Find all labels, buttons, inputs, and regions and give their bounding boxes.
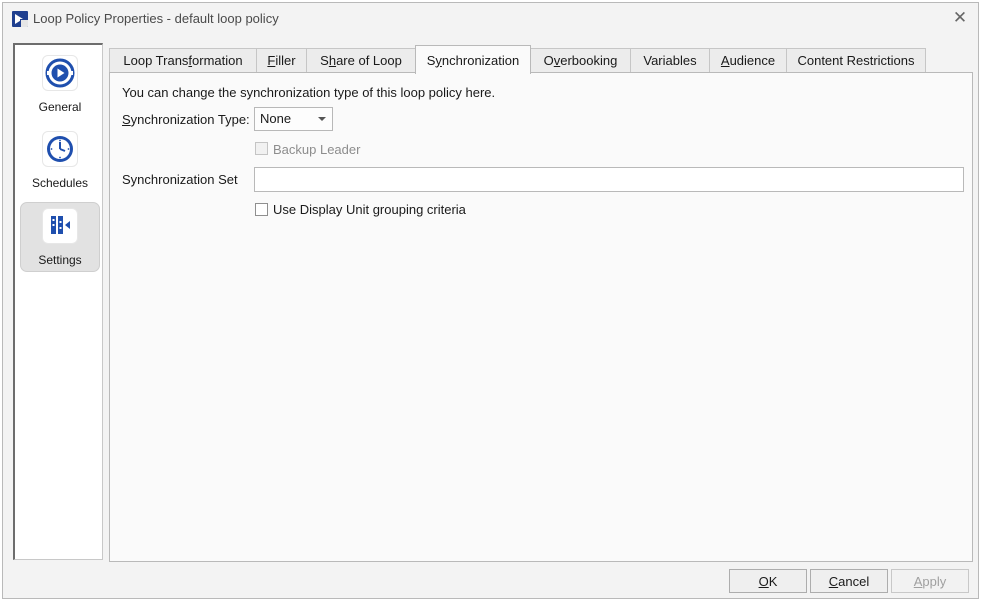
tab-label: Variables xyxy=(643,53,697,68)
window-title: Loop Policy Properties - default loop po… xyxy=(33,11,279,26)
close-icon: ✕ xyxy=(952,8,968,27)
use-display-unit-checkbox[interactable] xyxy=(255,203,268,216)
ok-button[interactable]: OK xyxy=(729,569,807,593)
tab-loop-transformation[interactable]: Loop Transformation xyxy=(109,48,257,72)
tab-variables[interactable]: Variables xyxy=(630,48,710,72)
tab-audience[interactable]: Audience xyxy=(709,48,787,72)
dialog-window: Loop Policy Properties - default loop po… xyxy=(2,2,979,599)
close-button[interactable]: ✕ xyxy=(948,7,972,29)
settings-panel-icon xyxy=(43,209,77,243)
backup-leader-label: Backup Leader xyxy=(273,142,361,157)
tab-label: Share of Loop xyxy=(320,53,402,68)
chevron-down-icon xyxy=(318,117,326,121)
use-display-unit-label: Use Display Unit grouping criteria xyxy=(273,202,466,217)
tab-synchronization[interactable]: Synchronization xyxy=(415,45,531,74)
tab-label: Content Restrictions xyxy=(797,53,915,68)
cancel-button-label: Cancel xyxy=(828,573,870,589)
tab-label: Filler xyxy=(267,53,296,68)
ok-button-label: OK xyxy=(758,573,778,589)
backup-leader-checkbox[interactable] xyxy=(255,142,268,155)
synchronization-set-input[interactable] xyxy=(254,167,964,192)
description-text: You can change the synchronization type … xyxy=(122,85,496,100)
synchronization-panel: You can change the synchronization type … xyxy=(109,72,973,562)
synchronization-type-label: Synchronization Type: xyxy=(122,112,250,127)
synchronization-set-label: Synchronization Set xyxy=(122,172,238,187)
title-bar: Loop Policy Properties - default loop po… xyxy=(3,3,978,35)
apply-button[interactable]: Apply xyxy=(891,569,969,593)
sidebar-item-label: Settings xyxy=(38,253,82,267)
tab-label: Loop Transformation xyxy=(123,53,243,68)
sidebar-item-label: General xyxy=(38,100,82,114)
tab-filler[interactable]: Filler xyxy=(256,48,307,72)
tab-content-restrictions[interactable]: Content Restrictions xyxy=(786,48,926,72)
tab-overbooking[interactable]: Overbooking xyxy=(530,48,631,72)
tab-label: Audience xyxy=(720,53,776,68)
sidebar-item-label: Schedules xyxy=(31,176,89,190)
sidebar-item-settings[interactable]: Settings xyxy=(20,202,100,272)
sidebar-nav: General Schedules Settings xyxy=(13,43,103,560)
tab-label: Overbooking xyxy=(543,53,618,68)
play-circle-icon xyxy=(43,56,77,90)
apply-button-label: Apply xyxy=(913,573,947,589)
tab-label: Synchronization xyxy=(426,52,520,68)
app-logo-icon xyxy=(12,11,28,27)
cancel-button[interactable]: Cancel xyxy=(810,569,888,593)
tab-share-of-loop[interactable]: Share of Loop xyxy=(306,48,416,72)
sidebar-item-schedules[interactable]: Schedules xyxy=(20,126,100,196)
clock-icon xyxy=(43,132,77,166)
sidebar-item-general[interactable]: General xyxy=(20,50,100,120)
synchronization-type-value: None xyxy=(260,111,292,126)
synchronization-type-dropdown[interactable]: None xyxy=(254,107,333,131)
